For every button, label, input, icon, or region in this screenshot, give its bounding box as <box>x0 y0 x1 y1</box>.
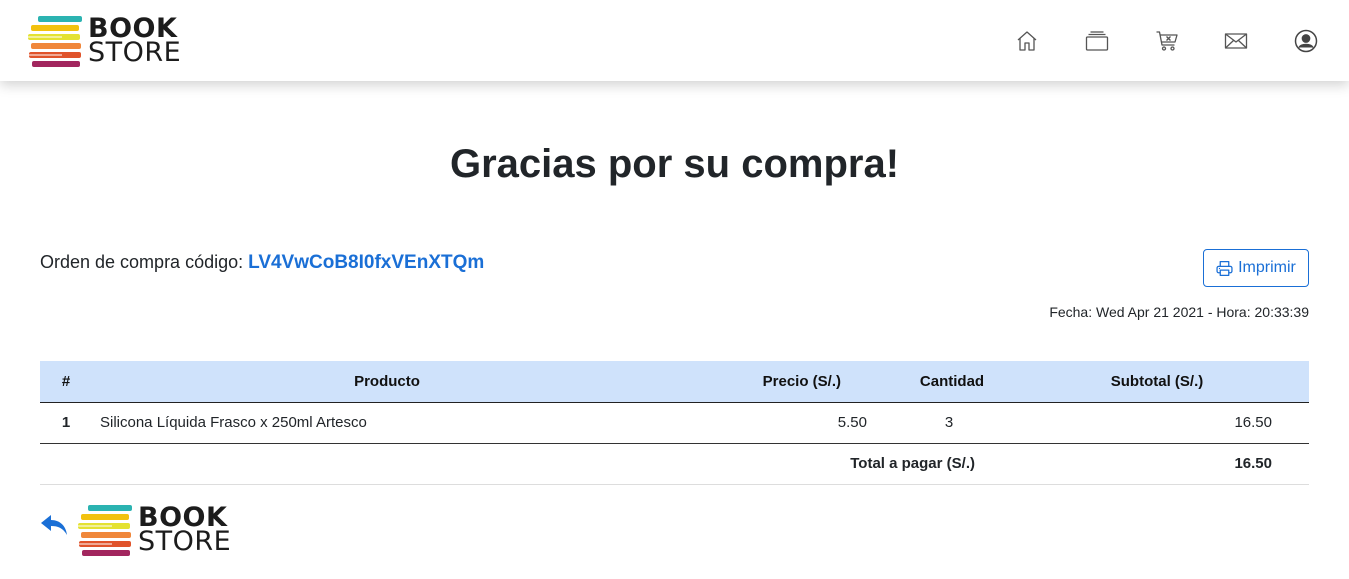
total-row: Total a pagar (S/.) 16.50 <box>40 443 1309 485</box>
column-header-number: # <box>40 361 92 403</box>
mail-icon[interactable] <box>1223 28 1249 54</box>
row-quantity: 3 <box>867 402 1037 444</box>
back-button[interactable] <box>38 512 70 538</box>
print-button[interactable]: Imprimir <box>1203 249 1309 287</box>
home-icon[interactable] <box>1014 28 1040 54</box>
row-subtotal: 16.50 <box>1037 402 1309 444</box>
order-code-label: Orden de compra código: <box>40 252 249 272</box>
column-header-subtotal: Subtotal (S/.) <box>1037 361 1309 403</box>
footer-brand-logo[interactable]: BOOK STORE <box>78 504 231 556</box>
user-icon[interactable] <box>1293 28 1319 54</box>
print-button-label: Imprimir <box>1238 259 1296 276</box>
order-table: # Producto Precio (S/.) Cantidad Subtota… <box>40 361 1309 485</box>
footer-brand-wordmark: BOOK STORE <box>138 504 232 557</box>
total-value: 16.50 <box>1037 443 1309 485</box>
reply-arrow-icon <box>41 515 67 535</box>
table-row: 1 Silicona Líquida Frasco x 250ml Artesc… <box>40 402 1309 444</box>
cart-icon[interactable] <box>1154 28 1180 54</box>
order-code-line: Orden de compra código: LV4VwCoB8I0fxVEn… <box>40 252 484 274</box>
order-code-value: LV4VwCoB8I0fxVEnXTQm <box>248 252 485 273</box>
column-header-product: Producto <box>92 361 682 403</box>
column-header-price: Precio (S/.) <box>682 361 867 403</box>
row-price: 5.50 <box>682 402 867 444</box>
top-navbar: BOOK STORE <box>0 0 1349 81</box>
catalog-icon[interactable] <box>1084 28 1110 54</box>
row-product: Silicona Líquida Frasco x 250ml Artesco <box>92 402 682 444</box>
logo-stripes-icon <box>78 505 132 556</box>
column-header-quantity: Cantidad <box>867 361 1037 403</box>
total-label: Total a pagar (S/.) <box>682 443 1037 485</box>
printer-icon <box>1216 260 1233 276</box>
footer-brand-line2: STORE <box>138 526 232 557</box>
table-header-row: # Producto Precio (S/.) Cantidad Subtota… <box>40 361 1309 403</box>
nav-icon-group <box>0 28 1349 54</box>
page-title: Gracias por su compra! <box>449 142 900 186</box>
row-number: 1 <box>40 402 92 444</box>
order-date: Fecha: Wed Apr 21 2021 - Hora: 20:33:39 <box>1049 304 1309 320</box>
